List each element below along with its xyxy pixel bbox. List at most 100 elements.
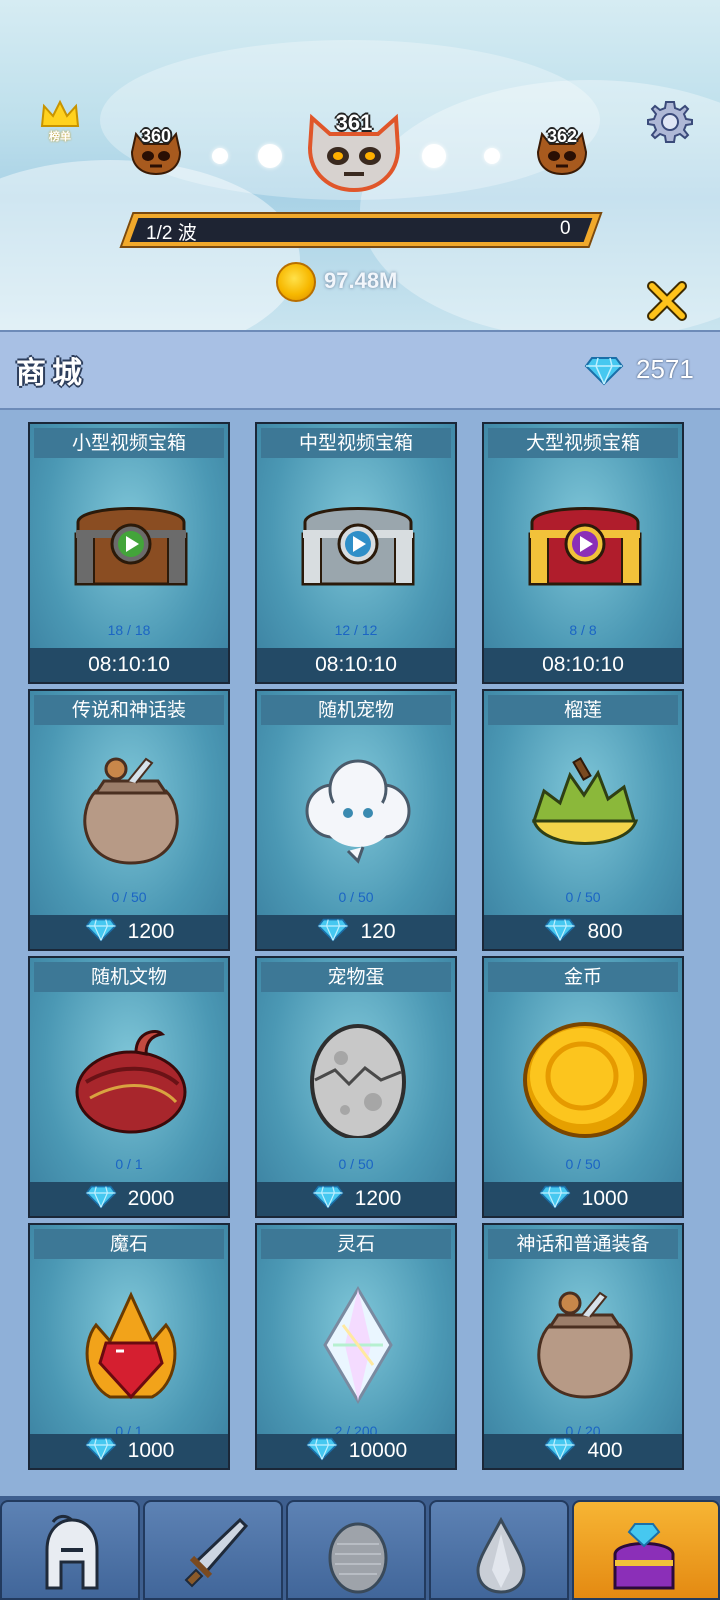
egg-icon	[323, 1514, 393, 1594]
gem-icon	[84, 1185, 118, 1209]
leaderboard-label[interactable]: 榜单	[38, 128, 82, 144]
shop-item-price-button[interactable]: 1000	[30, 1434, 228, 1468]
shop-item-title: 魔石	[34, 1229, 224, 1259]
shop-item-stock: 0 / 1	[115, 1156, 143, 1172]
shop-item-stock: 18 / 18	[107, 622, 151, 638]
shop-item-card[interactable]: 灵石 2 / 200 10000	[255, 1223, 457, 1470]
shop-item-stock: 12 / 12	[334, 622, 378, 638]
shop-item-price-value: 08:10:10	[542, 653, 624, 676]
shop-item-price-button[interactable]: 2000	[30, 1182, 228, 1216]
shop-item-price-value: 1000	[127, 1439, 175, 1462]
wave-dot	[422, 144, 446, 168]
shop-item-price-value: 1000	[581, 1187, 629, 1210]
shop-item-stock: 0 / 50	[111, 889, 147, 905]
shop-item-stock: 0 / 50	[565, 1156, 601, 1172]
spirit-stone-icon	[293, 1285, 423, 1405]
wave-dot	[484, 148, 500, 164]
shop-item-card[interactable]: 传说和神话装 0 / 50 1200	[28, 689, 230, 951]
shop-item-title: 神话和普通装备	[488, 1229, 678, 1259]
shop-title: 商城	[16, 356, 88, 391]
close-icon[interactable]	[646, 280, 688, 322]
gem-icon	[316, 918, 350, 942]
shop-item-price-value: 08:10:10	[315, 653, 397, 676]
treasure-chest-icon	[609, 1514, 679, 1594]
sword-icon	[180, 1514, 250, 1594]
wave-progress-label: 1/2 波	[146, 223, 197, 244]
settings-gear-icon[interactable]	[646, 98, 694, 146]
durian-icon	[520, 751, 650, 871]
medium-video-chest-icon	[293, 484, 423, 604]
shop-item-price-value: 800	[587, 920, 623, 943]
shop-item-card[interactable]: 大型视频宝箱 8 / 8 08:10:10	[482, 422, 684, 684]
shop-item-price-value: 1200	[127, 920, 175, 943]
shop-item-card[interactable]: 金币 0 / 50 1000	[482, 956, 684, 1218]
shop-item-price-value: 1200	[354, 1187, 402, 1210]
shop-item-card[interactable]: 随机宠物 0 / 50 120	[255, 689, 457, 951]
shop-item-timer: 08:10:10	[30, 648, 228, 682]
current-wave-number: 361	[335, 110, 373, 135]
helmet-icon	[37, 1514, 107, 1594]
gem-drop-icon	[466, 1514, 536, 1594]
nav-tab-egg[interactable]	[286, 1500, 426, 1600]
shop-item-title: 榴莲	[488, 695, 678, 725]
shop-item-timer: 08:10:10	[257, 648, 455, 682]
shop-item-price-button[interactable]: 400	[484, 1434, 682, 1468]
shop-item-title: 小型视频宝箱	[34, 428, 224, 458]
shop-item-card[interactable]: 小型视频宝箱 18 / 18 08:10:10	[28, 422, 230, 684]
shop-item-price-value: 120	[360, 920, 396, 943]
relic-turban-icon	[66, 1018, 196, 1138]
shop-item-stock: 0 / 50	[338, 1156, 374, 1172]
shop-item-card[interactable]: 宠物蛋 0 / 50 1200	[255, 956, 457, 1218]
nav-tab-gem-drop[interactable]	[429, 1500, 569, 1600]
shop-item-price-value: 400	[587, 1439, 623, 1462]
gem-icon	[311, 1185, 345, 1209]
nav-tab-helmet[interactable]	[0, 1500, 140, 1600]
shop-item-title: 随机宠物	[261, 695, 451, 725]
shop-item-price-value: 08:10:10	[88, 653, 170, 676]
shop-item-price-button[interactable]: 1200	[257, 1182, 455, 1216]
gem-icon	[84, 918, 118, 942]
shop-item-price-button[interactable]: 10000	[257, 1434, 455, 1468]
loot-sack-icon	[520, 1285, 650, 1405]
nav-tab-sword[interactable]	[143, 1500, 283, 1600]
shop-item-price-button[interactable]: 1000	[484, 1182, 682, 1216]
shop-item-card[interactable]: 随机文物 0 / 1 2000	[28, 956, 230, 1218]
shop-item-stock: 8 / 8	[569, 622, 597, 638]
gem-icon	[543, 1437, 577, 1461]
magic-stone-icon	[66, 1285, 196, 1405]
gold-amount: 97.48M	[324, 268, 398, 293]
shop-item-timer: 08:10:10	[484, 648, 682, 682]
shop-item-title: 大型视频宝箱	[488, 428, 678, 458]
prev-wave-number: 360	[140, 126, 172, 146]
gem-balance: 2571	[636, 354, 694, 384]
shop-item-price-button[interactable]: 120	[257, 915, 455, 949]
wave-dot	[258, 144, 282, 168]
shop-item-card[interactable]: 榴莲 0 / 50 800	[482, 689, 684, 951]
shop-item-title: 中型视频宝箱	[261, 428, 451, 458]
pet-egg-icon	[293, 1018, 423, 1140]
next-wave-number: 362	[546, 126, 578, 146]
shop-item-title: 传说和神话装	[34, 695, 224, 725]
shop-item-title: 金币	[488, 962, 678, 992]
shop-item-card[interactable]: 中型视频宝箱 12 / 12 08:10:10	[255, 422, 457, 684]
shop-item-stock: 0 / 50	[565, 889, 601, 905]
nav-tab-treasure-chest[interactable]	[572, 1500, 720, 1600]
cloud-pet-icon	[293, 751, 423, 871]
shop-item-price-value: 2000	[127, 1187, 175, 1210]
gem-icon	[584, 356, 624, 386]
shop-item-price-button[interactable]: 1200	[30, 915, 228, 949]
shop-item-price-button[interactable]: 800	[484, 915, 682, 949]
large-video-chest-icon	[520, 484, 650, 604]
gold-coin-icon	[520, 1018, 650, 1138]
wave-dot	[212, 148, 228, 164]
shop-item-title: 宠物蛋	[261, 962, 451, 992]
gem-icon	[305, 1437, 339, 1461]
shop-item-title: 灵石	[261, 1229, 451, 1259]
shop-item-title: 随机文物	[34, 962, 224, 992]
small-video-chest-icon	[66, 484, 196, 604]
wave-progress-value: 0	[560, 218, 571, 239]
shop-item-card[interactable]: 魔石 0 / 1 1000	[28, 1223, 230, 1470]
gold-coin-icon	[276, 262, 316, 302]
shop-item-stock: 0 / 50	[338, 889, 374, 905]
shop-item-card[interactable]: 神话和普通装备 0 / 20 400	[482, 1223, 684, 1470]
